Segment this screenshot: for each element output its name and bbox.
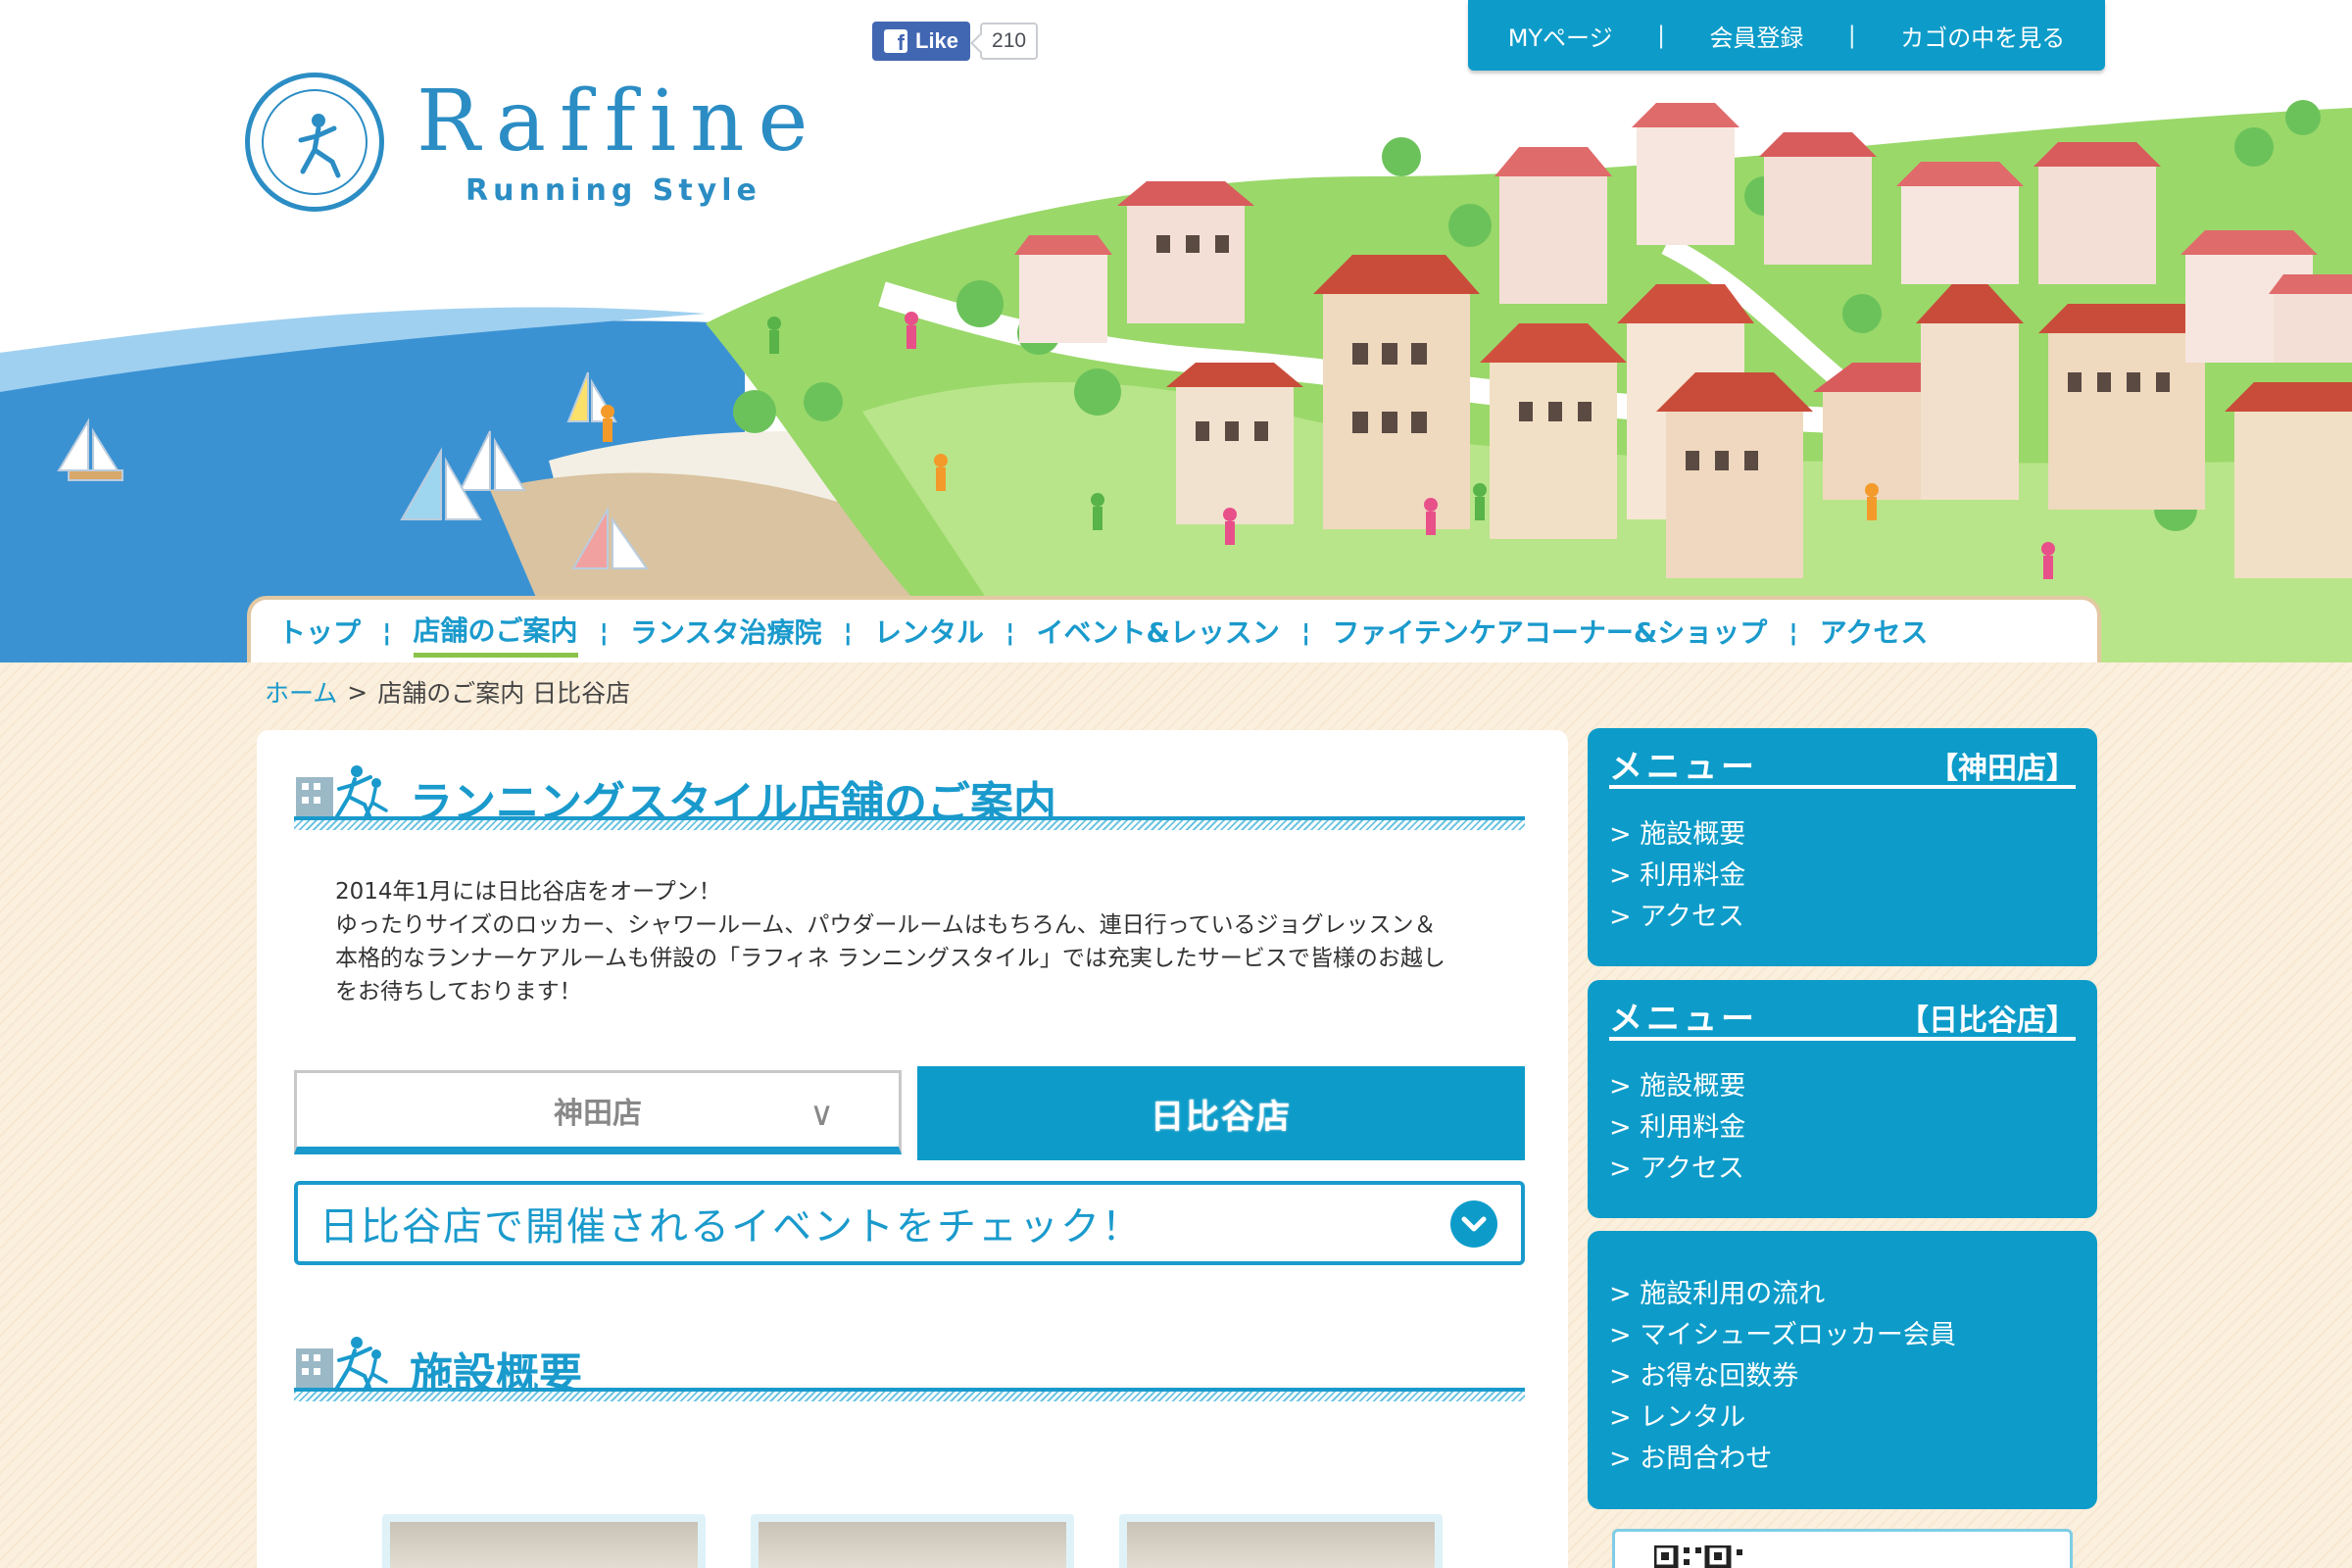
facebook-like-button[interactable]: f Like xyxy=(872,22,971,61)
store-tabs: 神田店 ∨ 日比谷店 xyxy=(294,1066,1525,1160)
intro-text: 2014年1月には日比谷店をオープン！ ゆったりサイズのロッカー、シャワールーム… xyxy=(335,875,1482,1008)
page: f Like 210 MYページ | 会員登録 | カゴの中を見る Raffin… xyxy=(0,0,2352,1568)
nav-store-guide[interactable]: 店舗のご案内 xyxy=(413,610,578,658)
tab-hibiya[interactable]: 日比谷店 xyxy=(917,1066,1525,1160)
nav-rental[interactable]: レンタル xyxy=(874,612,984,655)
sidebar-menu-header: メニュー 【日比谷店】 xyxy=(1609,990,2076,1041)
section-rule xyxy=(294,816,1525,830)
sidebar-link-contact[interactable]: > お問合わせ xyxy=(1609,1439,1956,1480)
nav-separator: ¦ xyxy=(1300,618,1311,648)
sidebar-link-rental[interactable]: > レンタル xyxy=(1609,1397,1956,1439)
nav-clinic[interactable]: ランスタ治療院 xyxy=(630,612,821,655)
nav-access[interactable]: アクセス xyxy=(1820,612,1929,655)
register-link[interactable]: 会員登録 xyxy=(1709,19,1803,53)
sidebar-links: > 施設概要 > 利用料金 > アクセス xyxy=(1609,814,1745,938)
sidebar-menu-title: メニュー xyxy=(1609,748,1758,787)
nav-phiten[interactable]: ファイテンケアコーナー&ショップ xyxy=(1332,612,1767,655)
account-separator: | xyxy=(1656,22,1666,49)
main-nav: トップ ¦ 店舗のご案内 ¦ ランスタ治療院 ¦ レンタル ¦ イベント&レッス… xyxy=(247,596,2101,662)
nav-top[interactable]: トップ xyxy=(278,612,361,655)
sidebar-store-name: 【日比谷店】 xyxy=(1899,1004,2076,1038)
sidebar-links: > 施設利用の流れ > マイシューズロッカー会員 > お得な回数券 > レンタル… xyxy=(1609,1274,1956,1480)
sidebar-menu-hibiya: メニュー 【日比谷店】 > 施設概要 > 利用料金 > アクセス xyxy=(1588,980,2097,1218)
sidebar-link-access[interactable]: > アクセス xyxy=(1609,897,1745,938)
sidebar-link-flow[interactable]: > 施設利用の流れ xyxy=(1609,1274,1956,1315)
sidebar-link-tickets[interactable]: > お得な回数券 xyxy=(1609,1356,1956,1397)
chevron-down-circle-icon xyxy=(1450,1200,1497,1248)
account-bar: MYページ | 会員登録 | カゴの中を見る xyxy=(1468,0,2105,71)
sidebar-link-access[interactable]: > アクセス xyxy=(1609,1149,1745,1190)
cart-link[interactable]: カゴの中を見る xyxy=(1900,19,2065,53)
qr-code-box xyxy=(1612,1529,2073,1568)
facility-photos xyxy=(382,1514,1460,1568)
facebook-like-count: 210 xyxy=(980,23,1039,60)
intro-line: 本格的なランナーケアルームも併設の「ラフィネ ランニングスタイル」では充実したサ… xyxy=(335,946,1446,971)
sidebar-link-fees[interactable]: > 利用料金 xyxy=(1609,856,1745,897)
sidebar-menu-title: メニュー xyxy=(1609,1000,1758,1039)
nav-separator: ¦ xyxy=(382,618,392,648)
facebook-like[interactable]: f Like 210 xyxy=(872,22,1039,61)
logo-emblem xyxy=(245,73,384,212)
sidebar-menu-kanda: メニュー 【神田店】 > 施設概要 > 利用料金 > アクセス xyxy=(1588,728,2097,966)
nav-separator: ¦ xyxy=(599,618,610,648)
logo-name: Raffine xyxy=(416,73,822,171)
section-header-store-guide: ランニングスタイル店舗のご案内 xyxy=(294,752,1525,830)
nav-separator: ¦ xyxy=(843,618,853,648)
account-separator: | xyxy=(1847,22,1856,49)
main-content: ランニングスタイル店舗のご案内 2014年1月には日比谷店をオープン！ ゆったり… xyxy=(257,730,1568,1568)
facility-photo[interactable] xyxy=(751,1514,1074,1568)
intro-line: をお待ちしております！ xyxy=(335,979,582,1004)
event-check-button[interactable]: 日比谷店で開催されるイベントをチェック！ xyxy=(294,1181,1525,1265)
section-header-facility: 施設概要 xyxy=(294,1323,1525,1401)
nav-separator: ¦ xyxy=(1005,618,1015,648)
building-runner-icon xyxy=(296,765,388,820)
breadcrumb-home[interactable]: ホーム xyxy=(265,674,337,710)
chevron-down-icon: ∨ xyxy=(809,1095,834,1134)
facebook-like-label: Like xyxy=(915,28,959,53)
intro-line: 2014年1月には日比谷店をオープン！ xyxy=(335,879,721,905)
sidebar-link-shoe-locker[interactable]: > マイシューズロッカー会員 xyxy=(1609,1315,1956,1356)
facebook-icon: f xyxy=(884,29,907,54)
facility-photo[interactable] xyxy=(382,1514,706,1568)
sidebar-store-name: 【神田店】 xyxy=(1929,752,2076,786)
breadcrumb-current: 店舗のご案内 日比谷店 xyxy=(377,679,631,708)
facility-photo[interactable] xyxy=(1119,1514,1443,1568)
my-page-link[interactable]: MYページ xyxy=(1508,19,1613,53)
qr-code-icon xyxy=(1654,1545,1742,1568)
breadcrumb-arrow: > xyxy=(347,677,368,707)
logo-subtitle: Running Style xyxy=(466,173,761,208)
sidebar-link-facility[interactable]: > 施設概要 xyxy=(1609,1066,1745,1107)
sidebar-links: > 施設概要 > 利用料金 > アクセス xyxy=(1609,1066,1745,1190)
event-check-label: 日比谷店で開催されるイベントをチェック！ xyxy=(319,1204,1143,1250)
breadcrumb: ホーム > 店舗のご案内 日比谷店 xyxy=(265,674,630,710)
tab-hibiya-label: 日比谷店 xyxy=(1151,1097,1292,1137)
nav-separator: ¦ xyxy=(1788,618,1798,648)
sidebar-link-facility[interactable]: > 施設概要 xyxy=(1609,814,1745,856)
sidebar-menu-header: メニュー 【神田店】 xyxy=(1609,738,2076,789)
sidebar-link-fees[interactable]: > 利用料金 xyxy=(1609,1107,1745,1149)
header: f Like 210 MYページ | 会員登録 | カゴの中を見る Raffin… xyxy=(0,0,2352,662)
section-rule xyxy=(294,1388,1525,1401)
tab-kanda[interactable]: 神田店 ∨ xyxy=(294,1070,902,1154)
site-logo[interactable]: Raffine Running Style xyxy=(245,71,833,218)
tab-kanda-label: 神田店 xyxy=(554,1096,642,1131)
building-runner-icon xyxy=(296,1337,388,1392)
intro-line: ゆったりサイズのロッカー、シャワールーム、パウダールームはもちろん、連日行ってい… xyxy=(335,912,1437,938)
nav-events[interactable]: イベント&レッスン xyxy=(1037,612,1280,655)
runner-icon xyxy=(298,114,341,178)
sidebar-general-links: > 施設利用の流れ > マイシューズロッカー会員 > お得な回数券 > レンタル… xyxy=(1588,1231,2097,1509)
